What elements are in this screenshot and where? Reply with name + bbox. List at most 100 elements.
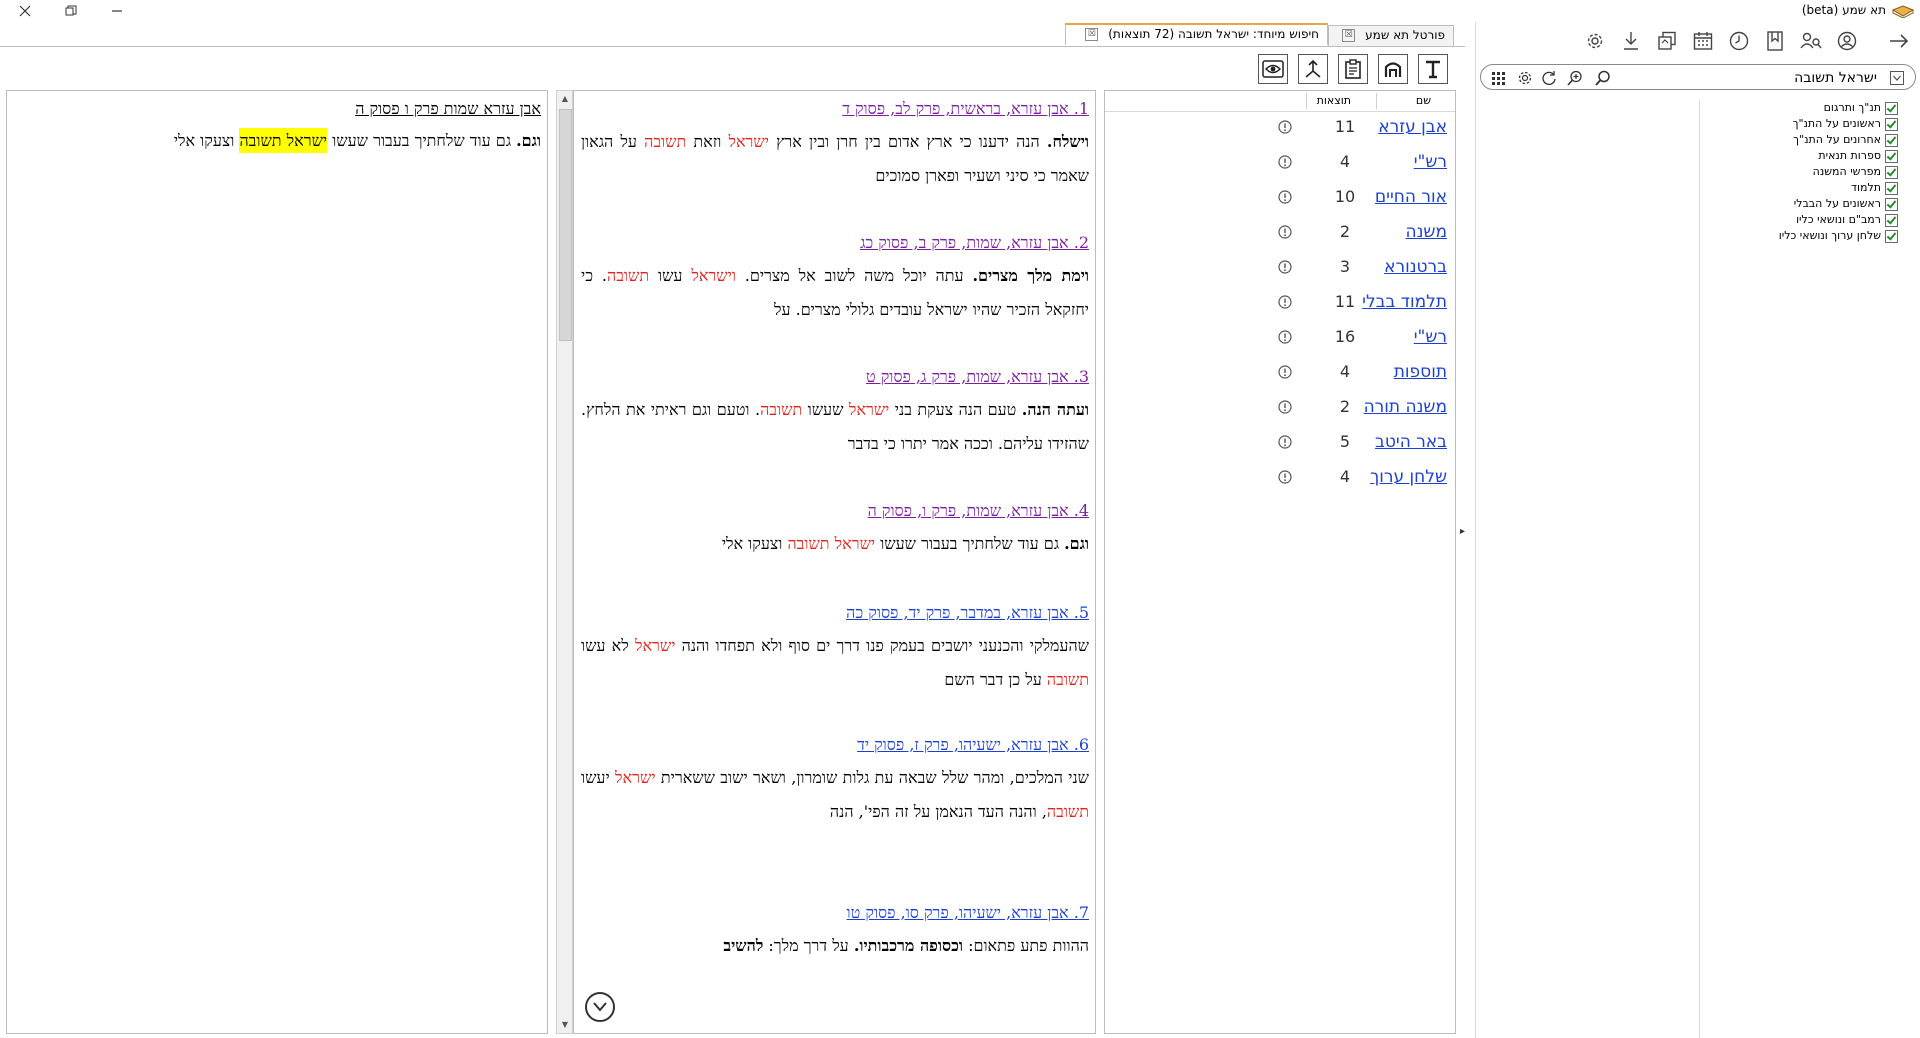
info-icon[interactable] — [1278, 225, 1292, 239]
info-icon[interactable] — [1278, 470, 1292, 484]
people-search-icon[interactable] — [1798, 28, 1824, 54]
bookmark-icon[interactable] — [1762, 28, 1788, 54]
view-button[interactable] — [1258, 54, 1288, 84]
scroll-up-arrow[interactable]: ▲ — [560, 94, 570, 104]
info-icon[interactable] — [1278, 365, 1292, 379]
info-icon[interactable] — [1278, 295, 1292, 309]
book-link[interactable]: רש"י — [1414, 327, 1447, 347]
structure-button[interactable] — [1378, 54, 1408, 84]
close-tab-icon[interactable]: ☒ — [1342, 29, 1356, 42]
search-icon[interactable] — [1593, 68, 1613, 88]
result-link[interactable]: 7. אבן עזרא, ישעיהו, פרק סו, פסוק טו — [581, 903, 1089, 923]
category-item[interactable]: ראשונים על הבבלי — [1779, 196, 1898, 212]
category-item[interactable]: רמב"ם ונושאי כליו — [1779, 212, 1898, 228]
result-link[interactable]: 5. אבן עזרא, במדבר, פרק יד, פסוק כה — [581, 603, 1089, 623]
scroll-thumb[interactable] — [559, 109, 572, 341]
book-link[interactable]: אור החיים — [1375, 187, 1447, 207]
book-link[interactable]: משנה תורה — [1364, 397, 1447, 417]
close-tab-icon[interactable]: ☒ — [1085, 28, 1099, 41]
download-icon[interactable] — [1618, 28, 1644, 54]
checkbox[interactable] — [1885, 117, 1898, 131]
result-link[interactable]: 6. אבן עזרא, ישעיהו, פרק ז, פסוק יד — [581, 735, 1089, 755]
user-circle-icon[interactable] — [1834, 28, 1860, 54]
snippet-text: לא עשו — [581, 636, 635, 655]
compare-button[interactable] — [1298, 54, 1328, 84]
info-icon[interactable] — [1278, 400, 1292, 414]
book-row[interactable]: ברטנורא 3 — [1105, 251, 1455, 286]
book-link[interactable]: תלמוד בבלי — [1362, 292, 1447, 312]
book-row[interactable]: רש"י 16 — [1105, 321, 1455, 356]
close-icon[interactable] — [10, 0, 40, 22]
category-item[interactable]: תלמוד — [1779, 180, 1898, 196]
arrow-right-icon[interactable] — [1886, 28, 1912, 54]
book-link[interactable]: ברטנורא — [1384, 257, 1447, 277]
category-item[interactable]: מפרשי המשנה — [1779, 164, 1898, 180]
panel-collapse-handle[interactable]: ▸ — [1460, 526, 1465, 537]
info-icon[interactable] — [1278, 155, 1292, 169]
grid-icon[interactable] — [1489, 68, 1509, 88]
checkbox[interactable] — [1885, 213, 1898, 227]
info-icon[interactable] — [1278, 435, 1292, 449]
column-header-results[interactable]: תוצאות — [1317, 94, 1351, 107]
book-link[interactable]: תוספות — [1394, 362, 1447, 382]
category-item[interactable]: אחרונים על התנ"ך — [1779, 132, 1898, 148]
checkbox[interactable] — [1885, 229, 1898, 243]
result-link[interactable]: 2. אבן עזרא, שמות, פרק ב, פסוק כג — [581, 233, 1089, 253]
result-snippet: וימת מלך מצרים. עתה יוכל משה לשוב אל מצר… — [581, 259, 1089, 327]
clipboard-button[interactable] — [1338, 54, 1368, 84]
checkbox[interactable] — [1885, 197, 1898, 211]
library-icon[interactable] — [1654, 28, 1680, 54]
restore-icon[interactable] — [56, 0, 86, 22]
clipboard-icon — [1343, 59, 1363, 79]
category-item[interactable]: תנ"ך ותרגום — [1779, 100, 1898, 116]
category-item[interactable]: ראשונים על התנ"ך — [1779, 116, 1898, 132]
history-icon[interactable] — [1726, 28, 1752, 54]
search-mode-dropdown-icon[interactable] — [1887, 68, 1907, 88]
minimize-icon[interactable] — [102, 0, 132, 22]
category-item[interactable]: שלחן ערוך ונושאי כליו — [1779, 228, 1898, 244]
checkbox[interactable] — [1885, 181, 1898, 195]
gear-icon[interactable] — [1582, 28, 1608, 54]
search-input[interactable] — [1665, 68, 1879, 88]
info-icon[interactable] — [1278, 120, 1292, 134]
results-scrollbar[interactable]: ▲ ▼ — [556, 90, 573, 1034]
tab-special-search[interactable]: חיפוש מיוחד: ישראל תשובה (72 תוצאות)☒ — [1065, 23, 1328, 45]
preview-heading-word: וגם. — [516, 131, 541, 150]
result-link[interactable]: 3. אבן עזרא, שמות, פרק ג, פסוק ט — [581, 367, 1089, 387]
checkbox[interactable] — [1885, 133, 1898, 147]
column-header-name[interactable]: שם — [1416, 94, 1431, 107]
book-row[interactable]: תוספות 4 — [1105, 356, 1455, 391]
search-term-highlight: ישראל — [834, 534, 876, 553]
calendar-icon[interactable] — [1690, 28, 1716, 54]
book-row[interactable]: אור החיים 10 — [1105, 181, 1455, 216]
book-row[interactable]: באר היטב 5 — [1105, 426, 1455, 461]
zoom-in-icon[interactable] — [1565, 68, 1585, 88]
book-link[interactable]: משנה — [1405, 222, 1447, 242]
info-icon[interactable] — [1278, 260, 1292, 274]
book-row[interactable]: משנה 2 — [1105, 216, 1455, 251]
result-link[interactable]: 1. אבן עזרא, בראשית, פרק לב, פסוק ד — [581, 99, 1089, 119]
scroll-to-next-button[interactable] — [585, 992, 615, 1022]
checkbox[interactable] — [1885, 149, 1898, 163]
checkbox[interactable] — [1885, 165, 1898, 179]
book-link[interactable]: שלחן ערוך — [1370, 467, 1447, 487]
book-link[interactable]: אבן עזרא — [1378, 117, 1447, 137]
scroll-down-arrow[interactable]: ▼ — [560, 1020, 570, 1030]
category-item[interactable]: ספרות תנאית — [1779, 148, 1898, 164]
book-row[interactable]: שלחן ערוך 4 — [1105, 461, 1455, 496]
result-link[interactable]: 4. אבן עזרא, שמות, פרק ו, פסוק ה — [581, 501, 1089, 521]
book-row[interactable]: רש"י 4 — [1105, 146, 1455, 181]
text-format-button[interactable] — [1418, 54, 1448, 84]
search-term-highlight: ישראל — [848, 400, 890, 419]
book-row[interactable]: אבן עזרא 11 — [1105, 111, 1455, 146]
book-row[interactable]: משנה תורה 2 — [1105, 391, 1455, 426]
book-link[interactable]: רש"י — [1414, 152, 1447, 172]
info-icon[interactable] — [1278, 330, 1292, 344]
tab-portal[interactable]: פורטל תא שמע☒ — [1328, 25, 1454, 46]
info-icon[interactable] — [1278, 190, 1292, 204]
settings-gear-icon[interactable] — [1515, 68, 1535, 88]
refresh-icon[interactable] — [1539, 68, 1559, 88]
checkbox[interactable] — [1885, 101, 1898, 115]
book-link[interactable]: באר היטב — [1375, 432, 1447, 452]
book-row[interactable]: תלמוד בבלי 11 — [1105, 286, 1455, 321]
